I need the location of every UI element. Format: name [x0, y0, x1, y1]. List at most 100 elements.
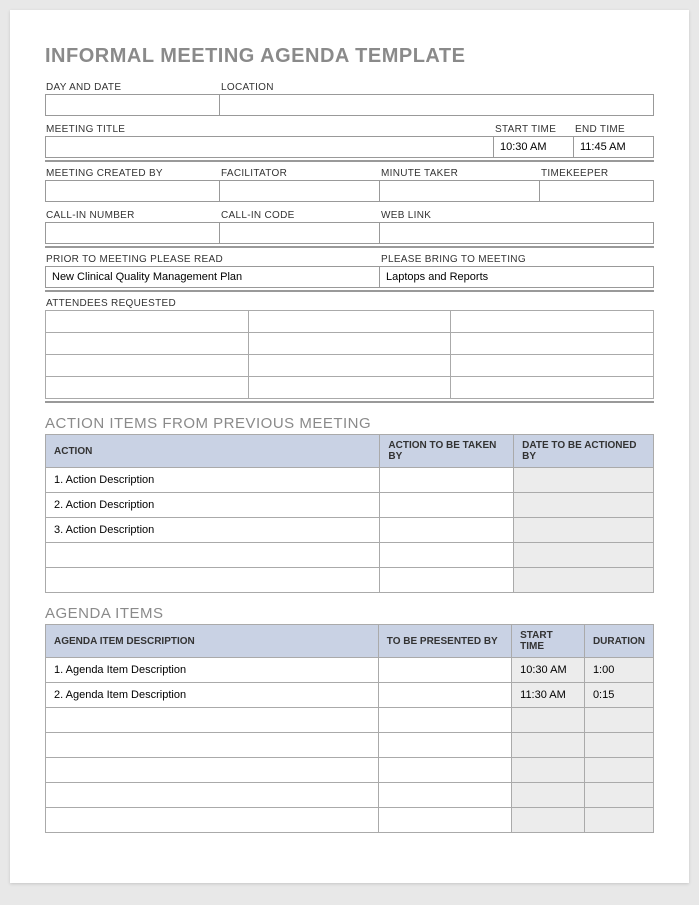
label-created-by: MEETING CREATED BY — [45, 168, 220, 179]
cell-action[interactable]: 1. Action Description — [46, 468, 380, 493]
cell-date[interactable] — [514, 568, 654, 593]
th-agenda-desc: AGENDA ITEM DESCRIPTION — [46, 625, 379, 658]
cell-date[interactable] — [514, 493, 654, 518]
cell-taken-by[interactable] — [380, 468, 514, 493]
cell-presented-by[interactable] — [378, 758, 511, 783]
field-created-by: MEETING CREATED BY — [45, 168, 220, 202]
cell-agenda-desc[interactable] — [46, 808, 379, 833]
input-meeting-title[interactable] — [45, 136, 494, 158]
table-row — [46, 355, 654, 377]
field-start-time: START TIME 10:30 AM — [494, 124, 574, 158]
cell-duration[interactable] — [584, 708, 653, 733]
table-row — [46, 543, 654, 568]
input-web-link[interactable] — [380, 222, 654, 244]
label-attendees: ATTENDEES REQUESTED — [45, 298, 654, 309]
attendee-cell[interactable] — [46, 355, 249, 377]
cell-duration[interactable]: 1:00 — [584, 658, 653, 683]
label-please-bring: PLEASE BRING TO MEETING — [380, 254, 654, 265]
cell-start-time[interactable]: 11:30 AM — [512, 683, 585, 708]
divider — [45, 160, 654, 162]
cell-presented-by[interactable] — [378, 733, 511, 758]
field-facilitator: FACILITATOR — [220, 168, 380, 202]
cell-start-time[interactable] — [512, 758, 585, 783]
cell-presented-by[interactable] — [378, 683, 511, 708]
cell-duration[interactable] — [584, 758, 653, 783]
cell-taken-by[interactable] — [380, 518, 514, 543]
cell-action[interactable]: 2. Action Description — [46, 493, 380, 518]
cell-taken-by[interactable] — [380, 543, 514, 568]
th-taken-by: ACTION TO BE TAKEN BY — [380, 435, 514, 468]
attendee-cell[interactable] — [248, 355, 451, 377]
page-title: INFORMAL MEETING AGENDA TEMPLATE — [45, 45, 654, 68]
field-location: LOCATION — [220, 82, 654, 116]
input-location[interactable] — [220, 94, 654, 116]
field-meeting-title: MEETING TITLE — [45, 124, 494, 158]
input-end-time[interactable]: 11:45 AM — [574, 136, 654, 158]
cell-taken-by[interactable] — [380, 568, 514, 593]
cell-date[interactable] — [514, 468, 654, 493]
cell-agenda-desc[interactable] — [46, 708, 379, 733]
cell-agenda-desc[interactable] — [46, 758, 379, 783]
th-action: ACTION — [46, 435, 380, 468]
cell-duration[interactable]: 0:15 — [584, 683, 653, 708]
attendee-cell[interactable] — [46, 333, 249, 355]
field-callin-number: CALL-IN NUMBER — [45, 210, 220, 244]
cell-agenda-desc[interactable]: 1. Agenda Item Description — [46, 658, 379, 683]
attendee-cell[interactable] — [248, 333, 451, 355]
row-callin: CALL-IN NUMBER CALL-IN CODE WEB LINK — [45, 210, 654, 244]
cell-start-time[interactable]: 10:30 AM — [512, 658, 585, 683]
input-please-bring[interactable]: Laptops and Reports — [380, 266, 654, 288]
cell-duration[interactable] — [584, 783, 653, 808]
label-callin-code: CALL-IN CODE — [220, 210, 380, 221]
input-day-date[interactable] — [45, 94, 220, 116]
cell-duration[interactable] — [584, 808, 653, 833]
cell-presented-by[interactable] — [378, 708, 511, 733]
cell-duration[interactable] — [584, 733, 653, 758]
input-facilitator[interactable] — [220, 180, 380, 202]
cell-date[interactable] — [514, 518, 654, 543]
cell-agenda-desc[interactable] — [46, 733, 379, 758]
cell-action[interactable] — [46, 543, 380, 568]
attendee-cell[interactable] — [46, 377, 249, 399]
attendee-cell[interactable] — [451, 355, 654, 377]
input-callin-code[interactable] — [220, 222, 380, 244]
input-prior-read[interactable]: New Clinical Quality Management Plan — [45, 266, 380, 288]
attendee-cell[interactable] — [46, 311, 249, 333]
cell-presented-by[interactable] — [378, 783, 511, 808]
label-meeting-title: MEETING TITLE — [45, 124, 494, 135]
field-please-bring: PLEASE BRING TO MEETING Laptops and Repo… — [380, 254, 654, 288]
input-callin-number[interactable] — [45, 222, 220, 244]
label-web-link: WEB LINK — [380, 210, 654, 221]
attendee-cell[interactable] — [248, 311, 451, 333]
input-timekeeper[interactable] — [540, 180, 654, 202]
cell-start-time[interactable] — [512, 708, 585, 733]
table-row: 2. Action Description — [46, 493, 654, 518]
row-roles: MEETING CREATED BY FACILITATOR MINUTE TA… — [45, 168, 654, 202]
cell-presented-by[interactable] — [378, 808, 511, 833]
cell-action[interactable]: 3. Action Description — [46, 518, 380, 543]
agenda-items-table: AGENDA ITEM DESCRIPTION TO BE PRESENTED … — [45, 624, 654, 833]
cell-start-time[interactable] — [512, 733, 585, 758]
attendee-cell[interactable] — [451, 311, 654, 333]
label-timekeeper: TIMEKEEPER — [540, 168, 654, 179]
divider — [45, 290, 654, 292]
input-start-time[interactable]: 10:30 AM — [494, 136, 574, 158]
table-row — [46, 333, 654, 355]
attendee-cell[interactable] — [451, 333, 654, 355]
table-row — [46, 733, 654, 758]
cell-taken-by[interactable] — [380, 493, 514, 518]
cell-date[interactable] — [514, 543, 654, 568]
cell-action[interactable] — [46, 568, 380, 593]
field-timekeeper: TIMEKEEPER — [540, 168, 654, 202]
cell-presented-by[interactable] — [378, 658, 511, 683]
input-minute-taker[interactable] — [380, 180, 540, 202]
cell-start-time[interactable] — [512, 808, 585, 833]
cell-start-time[interactable] — [512, 783, 585, 808]
label-facilitator: FACILITATOR — [220, 168, 380, 179]
cell-agenda-desc[interactable]: 2. Agenda Item Description — [46, 683, 379, 708]
attendee-cell[interactable] — [451, 377, 654, 399]
input-created-by[interactable] — [45, 180, 220, 202]
attendee-cell[interactable] — [248, 377, 451, 399]
th-duration: DURATION — [584, 625, 653, 658]
cell-agenda-desc[interactable] — [46, 783, 379, 808]
